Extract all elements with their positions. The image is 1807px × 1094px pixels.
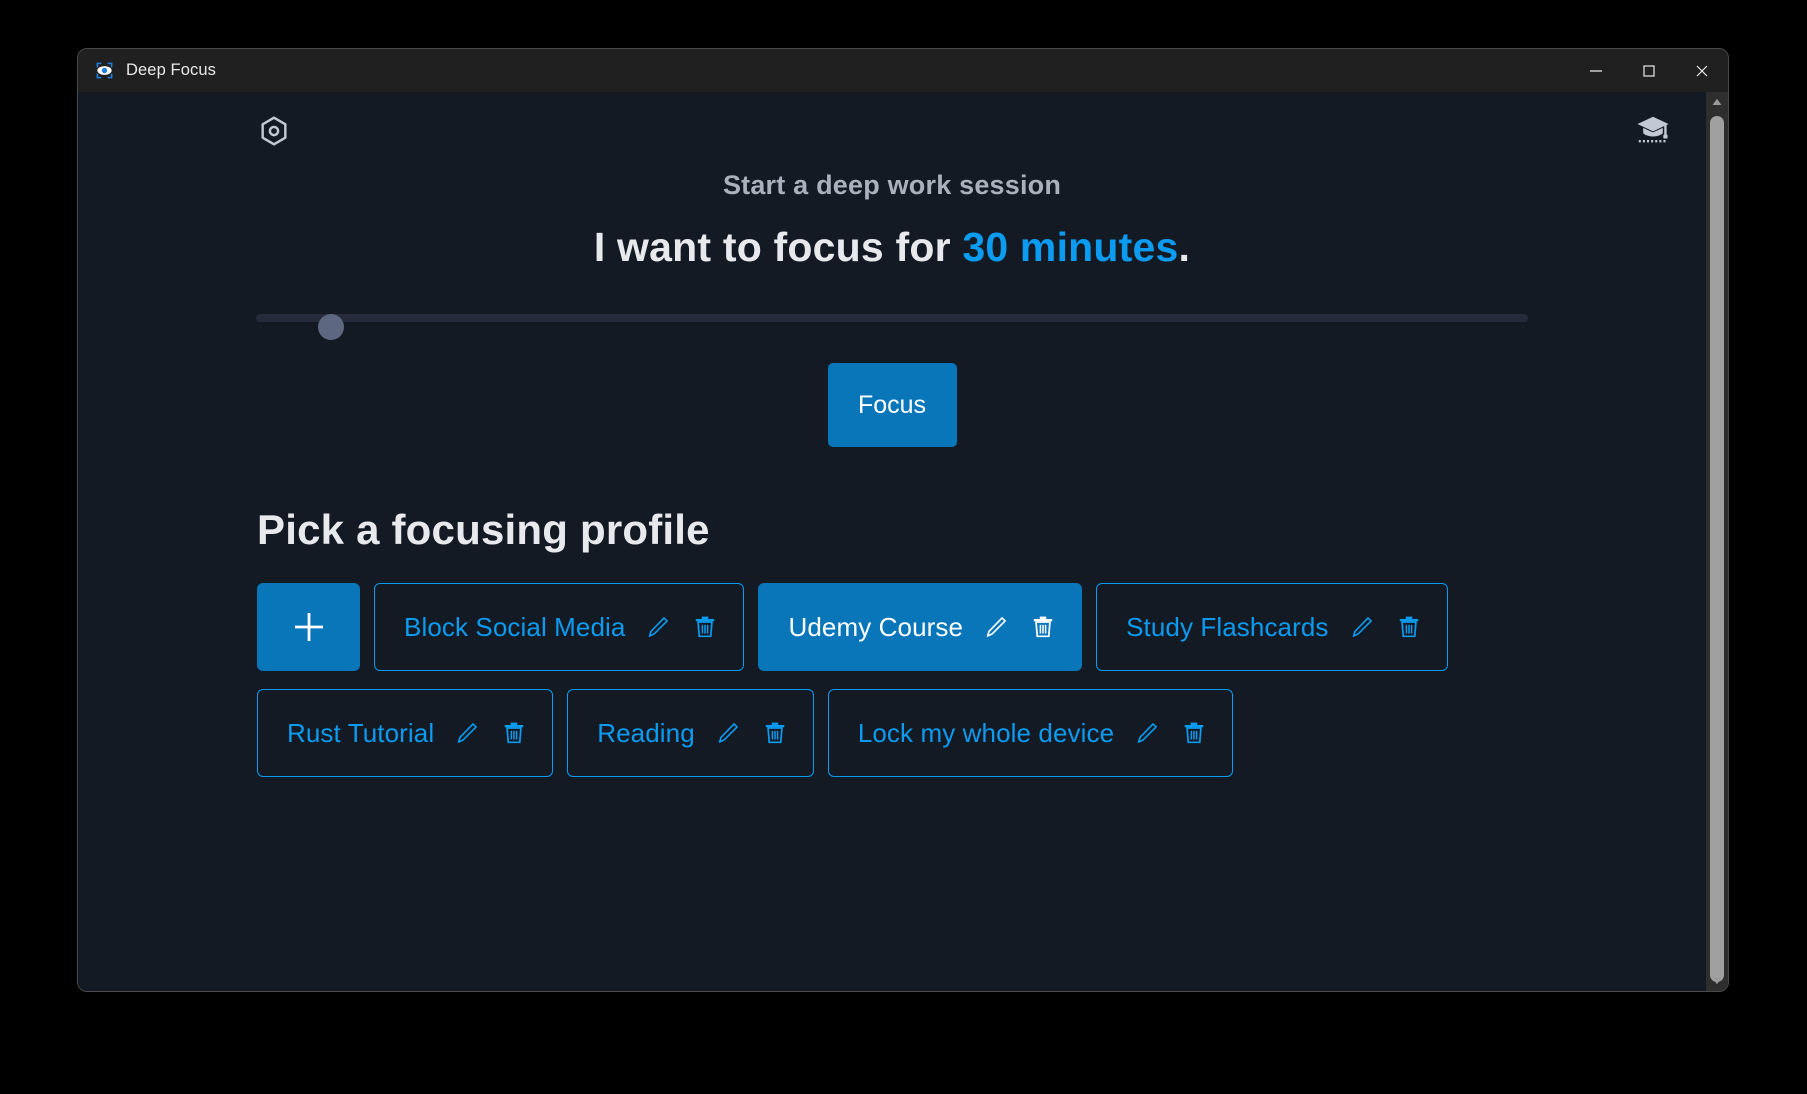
profile-actions (1349, 614, 1422, 640)
profile-actions (1134, 720, 1207, 746)
profile-label: Rust Tutorial (287, 717, 435, 748)
profile-chip[interactable]: Block Social Media (374, 583, 745, 671)
profile-chip[interactable]: Rust Tutorial (257, 689, 554, 777)
profile-chip[interactable]: Udemy Course (758, 583, 1083, 671)
pencil-icon[interactable] (645, 614, 671, 640)
chevron-up-icon (1712, 98, 1722, 105)
headline-duration: 30 minutes (962, 224, 1179, 270)
profile-chip[interactable]: Reading (567, 689, 814, 777)
vertical-scrollbar[interactable] (1706, 92, 1728, 991)
headline-suffix: . (1178, 224, 1191, 270)
slider-track[interactable] (256, 314, 1528, 340)
chevron-down-icon (1712, 978, 1722, 985)
scroll-down-button[interactable] (1706, 971, 1728, 991)
window-controls (1569, 49, 1728, 92)
scroll-up-button[interactable] (1706, 92, 1728, 112)
focus-button[interactable]: Focus (827, 363, 957, 447)
profile-actions (645, 614, 718, 640)
pencil-icon[interactable] (1349, 614, 1375, 640)
close-icon (1696, 65, 1707, 76)
pencil-icon[interactable] (715, 720, 741, 746)
profile-label: Udemy Course (788, 611, 964, 642)
profile-label: Block Social Media (404, 611, 626, 642)
add-profile-button[interactable] (257, 583, 360, 671)
pencil-icon[interactable] (454, 720, 480, 746)
profile-actions (983, 614, 1056, 640)
slider-thumb[interactable] (318, 314, 345, 340)
profile-label: Lock my whole device (857, 717, 1115, 748)
title-bar: Deep Focus (78, 49, 1728, 92)
trash-icon[interactable] (762, 720, 788, 746)
content-inner: Start a deep work session I want to focu… (78, 92, 1706, 991)
profile-chip[interactable]: Lock my whole device (827, 689, 1234, 777)
profile-chip[interactable]: Study Flashcards (1096, 583, 1448, 671)
trash-icon[interactable] (1181, 720, 1207, 746)
settings-button[interactable] (257, 114, 291, 148)
close-button[interactable] (1675, 49, 1728, 92)
hexagon-settings-icon (261, 116, 287, 146)
graduation-cap-icon (1637, 116, 1669, 143)
profile-actions (715, 720, 788, 746)
session-subtitle: Start a deep work session (722, 170, 1062, 200)
focus-headline: I want to focus for 30 minutes. (78, 201, 1706, 271)
headline-prefix: I want to focus for (593, 224, 963, 270)
maximize-button[interactable] (1622, 49, 1675, 92)
pencil-icon[interactable] (1134, 720, 1160, 746)
content-area: Start a deep work session I want to focu… (78, 92, 1728, 991)
window-title: Deep Focus (126, 61, 216, 79)
trash-icon[interactable] (692, 614, 718, 640)
profile-actions (454, 720, 527, 746)
trash-icon[interactable] (501, 720, 527, 746)
top-icon-row (78, 92, 1706, 166)
profiles-heading: Pick a focusing profile (257, 506, 710, 553)
tutorial-button[interactable] (1634, 112, 1672, 150)
eye-focus-icon (96, 62, 113, 79)
scrollbar-thumb[interactable] (1710, 116, 1724, 982)
plus-icon (294, 613, 323, 641)
maximize-icon (1642, 64, 1655, 77)
profile-label: Study Flashcards (1126, 611, 1329, 642)
focus-button-row: Focus (78, 363, 1706, 447)
minimize-button[interactable] (1569, 49, 1622, 92)
trash-icon[interactable] (1396, 614, 1422, 640)
app-window: Deep Focus Start a deep work session I w… (77, 48, 1729, 992)
profiles-list: Block Social Media Udemy Course Study Flas… (78, 554, 1587, 777)
minimize-icon (1589, 69, 1602, 72)
profile-label: Reading (597, 717, 695, 748)
trash-icon[interactable] (1030, 614, 1056, 640)
duration-slider[interactable] (78, 305, 1706, 340)
pencil-icon[interactable] (983, 614, 1009, 640)
